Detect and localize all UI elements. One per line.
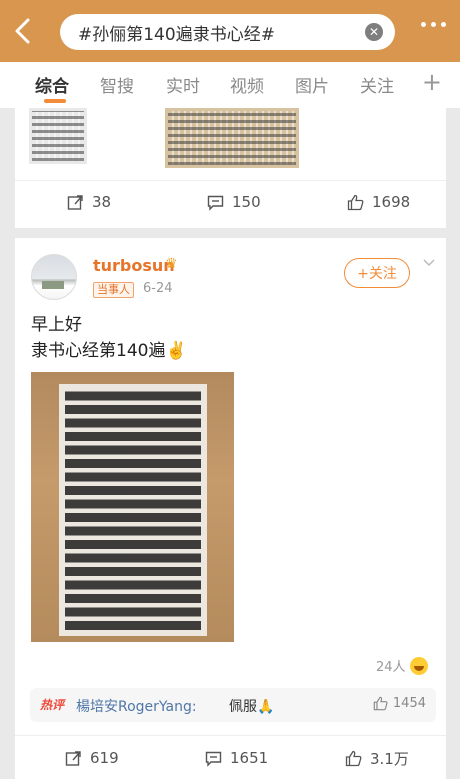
repost-count: 619 [90,749,119,767]
more-options-button[interactable] [421,22,446,27]
post-date: 6-24 [143,281,173,296]
divider [15,180,446,181]
tab-following[interactable]: 关注 [360,72,394,97]
post-image-thumb[interactable] [29,108,87,164]
clear-icon[interactable]: ✕ [365,23,383,41]
calligraphy-texture [32,111,84,161]
search-input[interactable]: #孙俪第140遍隶书心经# ✕ [60,14,395,50]
calligraphy-texture [168,111,296,165]
like-count: 1698 [372,193,411,211]
tab-bar: 综合 智搜 实时 视频 图片 关注 + [0,62,460,108]
divider [15,735,446,736]
repost-icon [67,194,83,210]
add-tab-icon[interactable]: + [422,68,442,96]
username[interactable]: turbosun [93,256,175,275]
hot-comment-like-button[interactable]: 1454 [373,696,426,711]
thumbs-up-icon [373,696,388,711]
tab-smart-search[interactable]: 智搜 [100,72,134,97]
hot-comment-author[interactable]: 楊培安RogerYang: [76,696,197,716]
post-card: turbosun ♛ 当事人 6-24 +关注 早上好 隶书心经第140遍✌️ … [15,238,446,779]
like-count: 3.1万 [370,749,409,768]
avatar-image [42,281,64,289]
avatar[interactable] [31,254,77,300]
post-image[interactable] [31,372,234,642]
action-row: 38 150 1698 [15,182,446,222]
hot-comment-tag: 热评 [40,698,65,712]
dot-icon [421,22,426,27]
thumbs-up-icon [345,750,362,766]
tab-images[interactable]: 图片 [295,72,329,97]
follow-button[interactable]: +关注 [344,258,410,288]
like-button[interactable]: 3.1万 [345,748,409,769]
crown-icon: ♛ [165,256,178,272]
active-tab-indicator [44,99,66,103]
calligraphy-scroll [59,384,207,636]
comment-count: 1651 [230,749,269,767]
post-image-thumb[interactable] [165,108,299,168]
top-bar: #孙俪第140遍隶书心经# ✕ [0,0,460,62]
comment-button[interactable]: 1651 [205,749,268,767]
hot-comment-like-count: 1454 [392,696,426,711]
tab-video[interactable]: 视频 [230,72,264,97]
chevron-down-icon[interactable] [422,256,436,270]
repost-count: 38 [92,193,112,211]
thumbs-up-icon [347,194,364,210]
hot-comment[interactable]: 热评 楊培安RogerYang: 佩服🙏 1454 [30,688,436,722]
post-text-line: 早上好 [31,315,82,335]
like-button[interactable]: 1698 [347,193,410,211]
dot-icon [441,22,446,27]
tab-comprehensive[interactable]: 综合 [35,72,69,97]
post-text-line: 隶书心经第140遍✌️ [31,341,187,361]
repost-button[interactable]: 619 [65,749,119,767]
calligraphy-texture [65,390,201,630]
status-badge: 当事人 [93,282,134,298]
comment-count: 150 [232,193,261,211]
post-card-previous: 38 150 1698 [15,108,446,228]
hot-comment-text: 佩服🙏 [229,699,275,715]
action-row: 619 1651 3.1万 [15,738,446,778]
back-button[interactable] [0,0,46,62]
comment-icon [207,195,224,211]
laugh-emoji-icon [409,656,428,675]
repost-button[interactable]: 38 [67,193,111,211]
comment-button[interactable]: 150 [207,193,261,211]
likes-note-text: 24人 [376,660,406,675]
post-text: 早上好 隶书心经第140遍✌️ [31,312,187,364]
tab-realtime[interactable]: 实时 [166,72,200,97]
comment-icon [205,751,222,767]
likes-note: 24人 [376,656,428,675]
back-arrow-icon [15,18,30,44]
search-query: #孙俪第140遍隶书心经# [78,24,275,45]
repost-icon [65,750,81,766]
dot-icon [431,22,436,27]
